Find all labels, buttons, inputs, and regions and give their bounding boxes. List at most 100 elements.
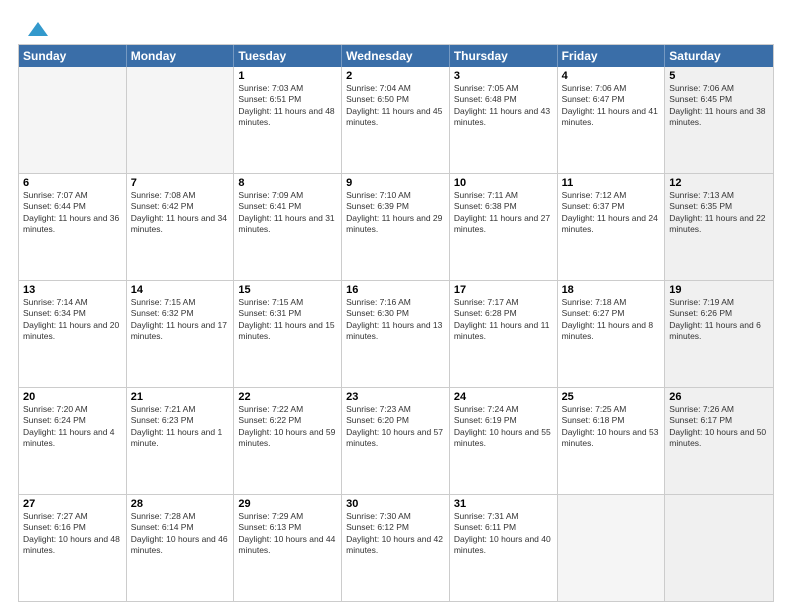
calendar-cell xyxy=(127,67,235,173)
calendar-cell: 15Sunrise: 7:15 AM Sunset: 6:31 PM Dayli… xyxy=(234,281,342,387)
cell-info: Sunrise: 7:17 AM Sunset: 6:28 PM Dayligh… xyxy=(454,297,553,343)
day-number: 2 xyxy=(346,70,445,82)
day-number: 5 xyxy=(669,70,769,82)
cell-info: Sunrise: 7:21 AM Sunset: 6:23 PM Dayligh… xyxy=(131,404,230,450)
calendar-cell: 18Sunrise: 7:18 AM Sunset: 6:27 PM Dayli… xyxy=(558,281,666,387)
cell-info: Sunrise: 7:20 AM Sunset: 6:24 PM Dayligh… xyxy=(23,404,122,450)
day-number: 3 xyxy=(454,70,553,82)
cell-info: Sunrise: 7:29 AM Sunset: 6:13 PM Dayligh… xyxy=(238,511,337,557)
calendar-cell: 29Sunrise: 7:29 AM Sunset: 6:13 PM Dayli… xyxy=(234,495,342,601)
cal-header-day: Friday xyxy=(558,45,666,67)
day-number: 25 xyxy=(562,391,661,403)
cell-info: Sunrise: 7:24 AM Sunset: 6:19 PM Dayligh… xyxy=(454,404,553,450)
cell-info: Sunrise: 7:04 AM Sunset: 6:50 PM Dayligh… xyxy=(346,83,445,129)
day-number: 20 xyxy=(23,391,122,403)
day-number: 21 xyxy=(131,391,230,403)
cell-info: Sunrise: 7:07 AM Sunset: 6:44 PM Dayligh… xyxy=(23,190,122,236)
calendar-cell: 7Sunrise: 7:08 AM Sunset: 6:42 PM Daylig… xyxy=(127,174,235,280)
day-number: 24 xyxy=(454,391,553,403)
cell-info: Sunrise: 7:26 AM Sunset: 6:17 PM Dayligh… xyxy=(669,404,769,450)
day-number: 7 xyxy=(131,177,230,189)
cal-header-day: Sunday xyxy=(19,45,127,67)
calendar-cell: 3Sunrise: 7:05 AM Sunset: 6:48 PM Daylig… xyxy=(450,67,558,173)
cell-info: Sunrise: 7:18 AM Sunset: 6:27 PM Dayligh… xyxy=(562,297,661,343)
calendar-cell: 6Sunrise: 7:07 AM Sunset: 6:44 PM Daylig… xyxy=(19,174,127,280)
cell-info: Sunrise: 7:22 AM Sunset: 6:22 PM Dayligh… xyxy=(238,404,337,450)
calendar-cell: 22Sunrise: 7:22 AM Sunset: 6:22 PM Dayli… xyxy=(234,388,342,494)
cell-info: Sunrise: 7:14 AM Sunset: 6:34 PM Dayligh… xyxy=(23,297,122,343)
cell-info: Sunrise: 7:13 AM Sunset: 6:35 PM Dayligh… xyxy=(669,190,769,236)
calendar-cell xyxy=(665,495,773,601)
day-number: 16 xyxy=(346,284,445,296)
cell-info: Sunrise: 7:06 AM Sunset: 6:47 PM Dayligh… xyxy=(562,83,661,129)
header xyxy=(18,18,774,36)
cell-info: Sunrise: 7:31 AM Sunset: 6:11 PM Dayligh… xyxy=(454,511,553,557)
calendar-header: SundayMondayTuesdayWednesdayThursdayFrid… xyxy=(19,45,773,67)
cell-info: Sunrise: 7:11 AM Sunset: 6:38 PM Dayligh… xyxy=(454,190,553,236)
day-number: 10 xyxy=(454,177,553,189)
day-number: 1 xyxy=(238,70,337,82)
day-number: 8 xyxy=(238,177,337,189)
calendar-cell: 25Sunrise: 7:25 AM Sunset: 6:18 PM Dayli… xyxy=(558,388,666,494)
calendar-row: 27Sunrise: 7:27 AM Sunset: 6:16 PM Dayli… xyxy=(19,494,773,601)
calendar-cell: 13Sunrise: 7:14 AM Sunset: 6:34 PM Dayli… xyxy=(19,281,127,387)
calendar-row: 1Sunrise: 7:03 AM Sunset: 6:51 PM Daylig… xyxy=(19,67,773,173)
cell-info: Sunrise: 7:15 AM Sunset: 6:32 PM Dayligh… xyxy=(131,297,230,343)
cal-header-day: Saturday xyxy=(665,45,773,67)
calendar-cell: 14Sunrise: 7:15 AM Sunset: 6:32 PM Dayli… xyxy=(127,281,235,387)
cell-info: Sunrise: 7:16 AM Sunset: 6:30 PM Dayligh… xyxy=(346,297,445,343)
calendar-cell: 16Sunrise: 7:16 AM Sunset: 6:30 PM Dayli… xyxy=(342,281,450,387)
calendar-row: 6Sunrise: 7:07 AM Sunset: 6:44 PM Daylig… xyxy=(19,173,773,280)
calendar-cell: 12Sunrise: 7:13 AM Sunset: 6:35 PM Dayli… xyxy=(665,174,773,280)
day-number: 18 xyxy=(562,284,661,296)
calendar-cell: 17Sunrise: 7:17 AM Sunset: 6:28 PM Dayli… xyxy=(450,281,558,387)
cell-info: Sunrise: 7:25 AM Sunset: 6:18 PM Dayligh… xyxy=(562,404,661,450)
calendar-cell: 10Sunrise: 7:11 AM Sunset: 6:38 PM Dayli… xyxy=(450,174,558,280)
calendar-cell: 31Sunrise: 7:31 AM Sunset: 6:11 PM Dayli… xyxy=(450,495,558,601)
calendar-cell: 26Sunrise: 7:26 AM Sunset: 6:17 PM Dayli… xyxy=(665,388,773,494)
day-number: 14 xyxy=(131,284,230,296)
day-number: 4 xyxy=(562,70,661,82)
cal-header-day: Tuesday xyxy=(234,45,342,67)
calendar-cell xyxy=(19,67,127,173)
cell-info: Sunrise: 7:03 AM Sunset: 6:51 PM Dayligh… xyxy=(238,83,337,129)
day-number: 13 xyxy=(23,284,122,296)
calendar-cell: 2Sunrise: 7:04 AM Sunset: 6:50 PM Daylig… xyxy=(342,67,450,173)
cell-info: Sunrise: 7:27 AM Sunset: 6:16 PM Dayligh… xyxy=(23,511,122,557)
calendar-cell: 5Sunrise: 7:06 AM Sunset: 6:45 PM Daylig… xyxy=(665,67,773,173)
day-number: 23 xyxy=(346,391,445,403)
cell-info: Sunrise: 7:15 AM Sunset: 6:31 PM Dayligh… xyxy=(238,297,337,343)
calendar-cell: 8Sunrise: 7:09 AM Sunset: 6:41 PM Daylig… xyxy=(234,174,342,280)
day-number: 15 xyxy=(238,284,337,296)
calendar-cell: 27Sunrise: 7:27 AM Sunset: 6:16 PM Dayli… xyxy=(19,495,127,601)
day-number: 11 xyxy=(562,177,661,189)
cell-info: Sunrise: 7:06 AM Sunset: 6:45 PM Dayligh… xyxy=(669,83,769,129)
logo-icon xyxy=(18,18,48,40)
calendar-cell: 30Sunrise: 7:30 AM Sunset: 6:12 PM Dayli… xyxy=(342,495,450,601)
cell-info: Sunrise: 7:19 AM Sunset: 6:26 PM Dayligh… xyxy=(669,297,769,343)
cell-info: Sunrise: 7:08 AM Sunset: 6:42 PM Dayligh… xyxy=(131,190,230,236)
cal-header-day: Monday xyxy=(127,45,235,67)
cal-header-day: Thursday xyxy=(450,45,558,67)
day-number: 30 xyxy=(346,498,445,510)
day-number: 17 xyxy=(454,284,553,296)
calendar-cell: 11Sunrise: 7:12 AM Sunset: 6:37 PM Dayli… xyxy=(558,174,666,280)
calendar: SundayMondayTuesdayWednesdayThursdayFrid… xyxy=(18,44,774,602)
day-number: 26 xyxy=(669,391,769,403)
calendar-row: 13Sunrise: 7:14 AM Sunset: 6:34 PM Dayli… xyxy=(19,280,773,387)
calendar-cell: 23Sunrise: 7:23 AM Sunset: 6:20 PM Dayli… xyxy=(342,388,450,494)
cell-info: Sunrise: 7:09 AM Sunset: 6:41 PM Dayligh… xyxy=(238,190,337,236)
cal-header-day: Wednesday xyxy=(342,45,450,67)
day-number: 9 xyxy=(346,177,445,189)
calendar-cell: 19Sunrise: 7:19 AM Sunset: 6:26 PM Dayli… xyxy=(665,281,773,387)
logo xyxy=(18,18,48,36)
calendar-cell: 24Sunrise: 7:24 AM Sunset: 6:19 PM Dayli… xyxy=(450,388,558,494)
cell-info: Sunrise: 7:05 AM Sunset: 6:48 PM Dayligh… xyxy=(454,83,553,129)
calendar-cell: 28Sunrise: 7:28 AM Sunset: 6:14 PM Dayli… xyxy=(127,495,235,601)
day-number: 22 xyxy=(238,391,337,403)
day-number: 29 xyxy=(238,498,337,510)
day-number: 27 xyxy=(23,498,122,510)
cell-info: Sunrise: 7:28 AM Sunset: 6:14 PM Dayligh… xyxy=(131,511,230,557)
calendar-cell: 21Sunrise: 7:21 AM Sunset: 6:23 PM Dayli… xyxy=(127,388,235,494)
calendar-cell: 1Sunrise: 7:03 AM Sunset: 6:51 PM Daylig… xyxy=(234,67,342,173)
